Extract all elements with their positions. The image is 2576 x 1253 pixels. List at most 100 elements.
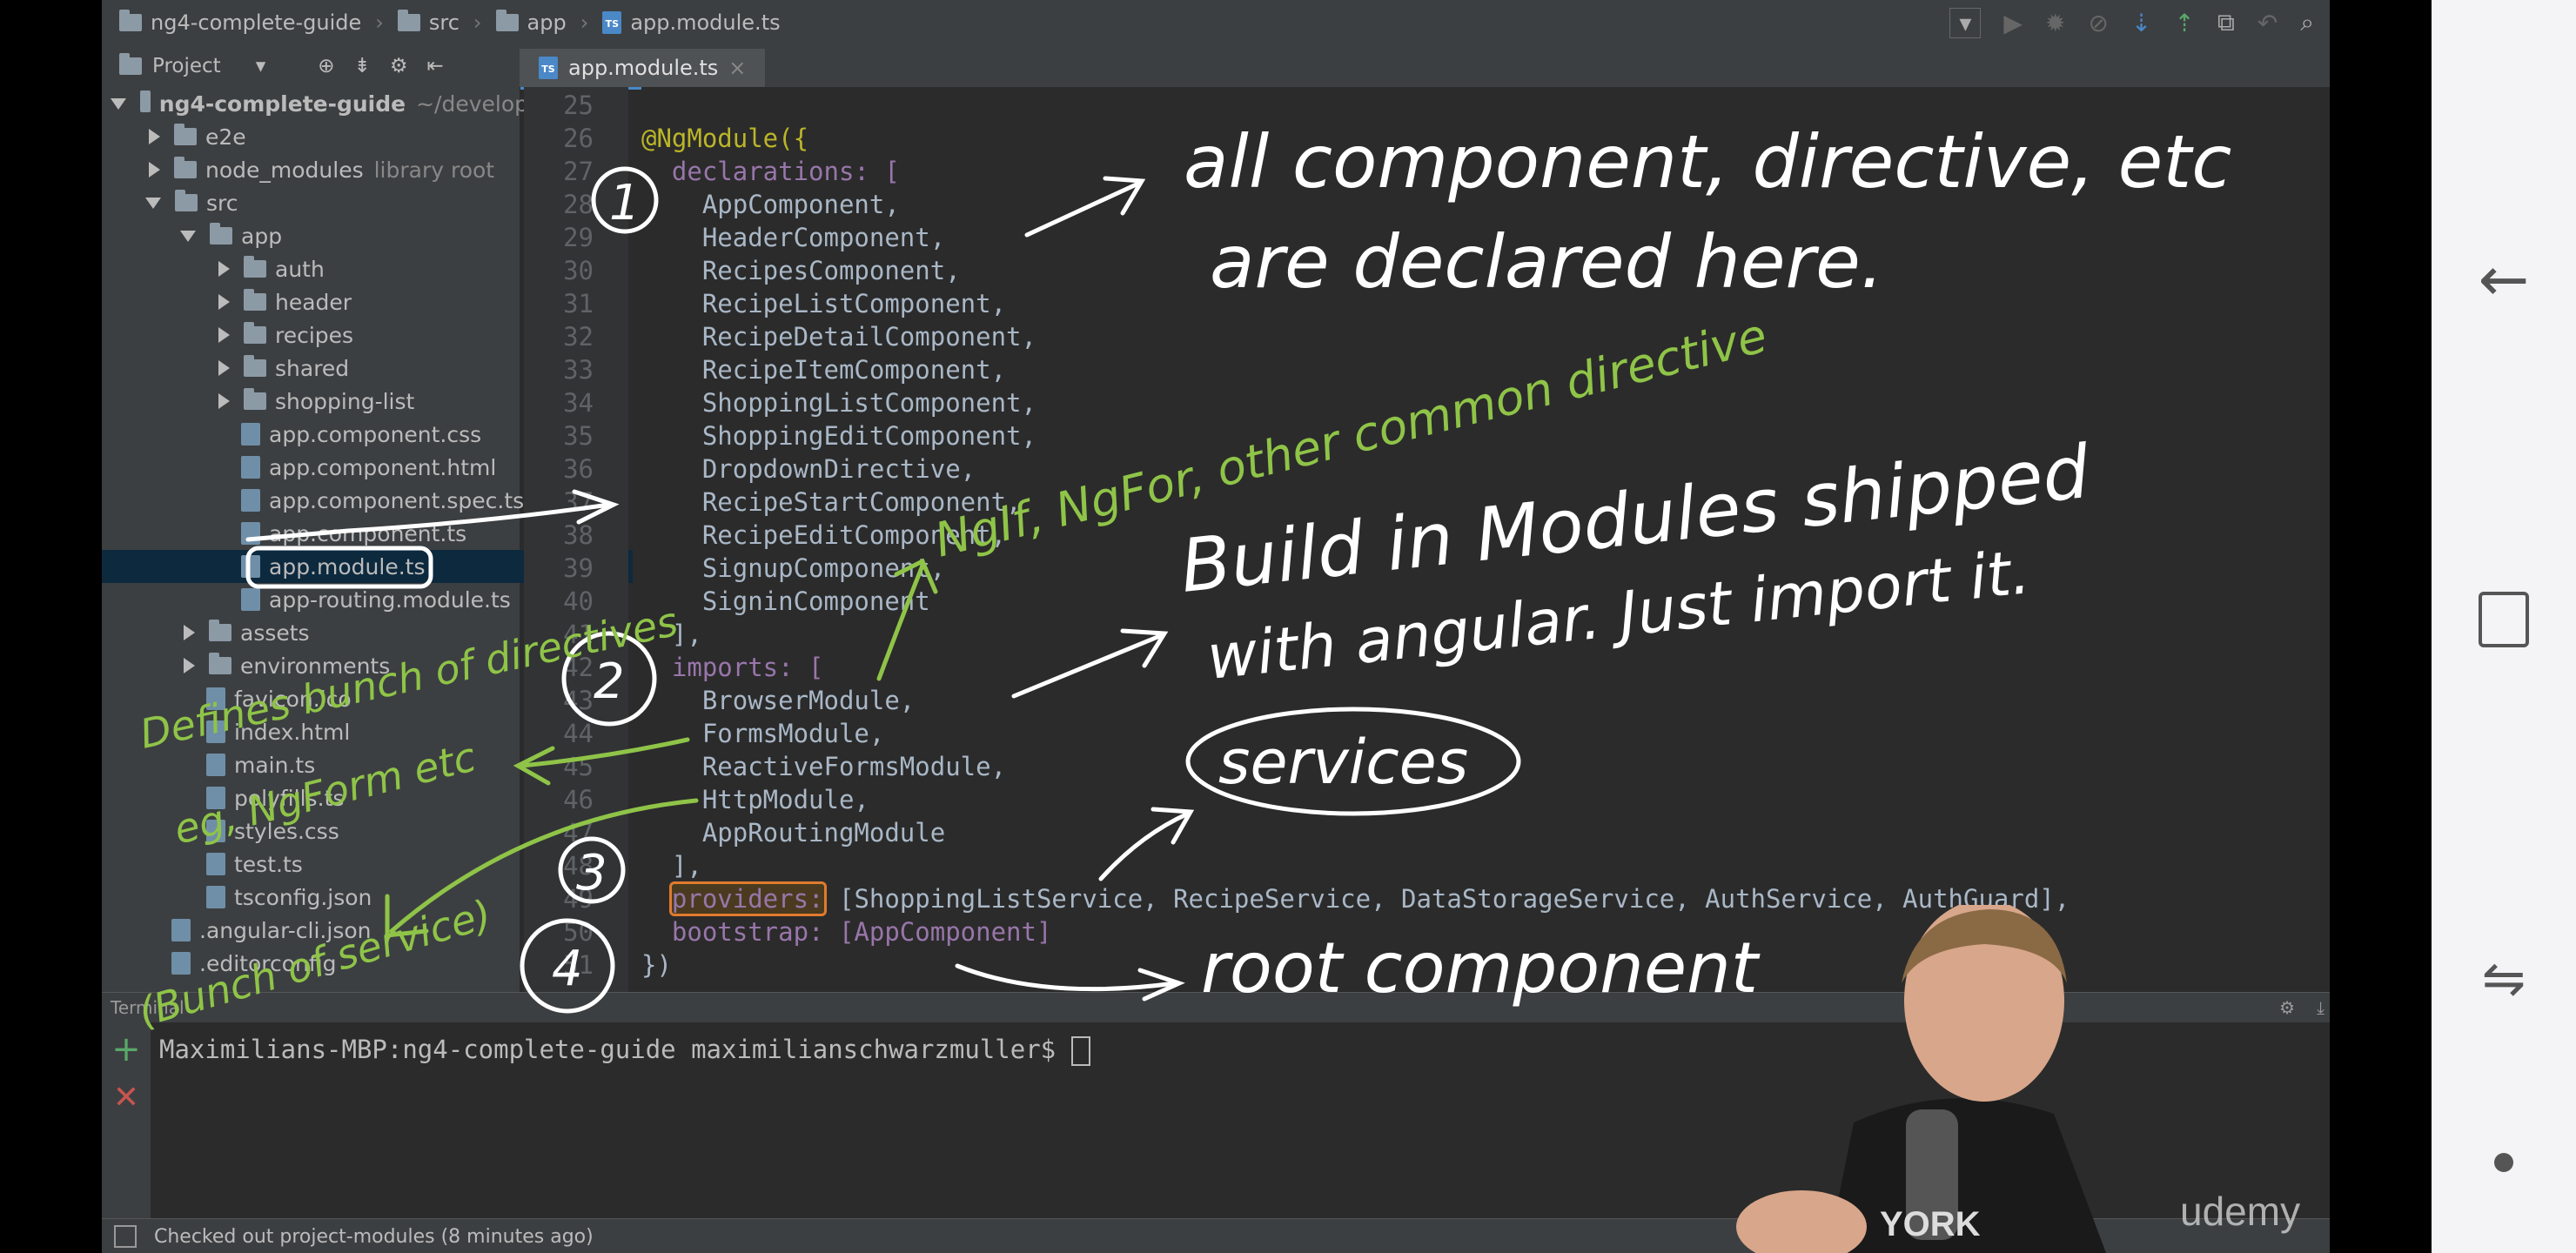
code-line: declarations: [ <box>641 157 900 186</box>
folder-icon <box>244 355 266 377</box>
tree-item[interactable]: e2e <box>102 120 563 153</box>
folder-icon <box>244 256 266 278</box>
close-session-icon[interactable]: ✕ <box>102 1080 151 1116</box>
folder-icon <box>140 90 151 112</box>
tree-item-label: environments <box>240 653 391 679</box>
close-icon[interactable]: × <box>728 56 746 80</box>
line-number: 25 <box>563 90 594 120</box>
project-icon <box>119 53 142 75</box>
folder-icon <box>209 620 231 641</box>
tree-item[interactable]: src <box>102 186 563 219</box>
breadcrumb-src[interactable]: src <box>429 10 460 35</box>
code-line: RecipeDetailComponent, <box>641 322 1036 352</box>
tree-item[interactable]: ng4-complete-guide ~/develop <box>102 87 528 120</box>
code-editor[interactable]: @NgModule({ declarations: [ AppComponent… <box>641 87 2330 992</box>
tree-item-label: app <box>241 223 283 249</box>
code-line: BrowserModule, <box>641 686 916 715</box>
line-number: 50 <box>563 917 594 947</box>
revert-icon[interactable]: ↶ <box>2257 9 2277 37</box>
tree-item-label: polyfills.ts <box>234 785 345 811</box>
file-icon <box>241 555 260 578</box>
vcs-update-icon[interactable]: ⇣ <box>2131 9 2151 37</box>
terminal-label[interactable]: Terminal <box>111 997 184 1018</box>
line-number: 42 <box>563 653 594 682</box>
chevron-right-icon: › <box>580 10 589 35</box>
panel-toggle-icon[interactable] <box>114 1225 137 1248</box>
tree-item-label: app.component.css <box>269 421 482 447</box>
tree-item[interactable]: node_modules library root <box>102 153 563 186</box>
tree-item-label: shopping-list <box>275 388 415 414</box>
vcs-history-icon[interactable]: ⧉ <box>2217 8 2235 37</box>
debug-icon[interactable]: ✹ <box>2045 9 2065 37</box>
breadcrumb-app[interactable]: app <box>527 10 567 35</box>
chevron-right-icon[interactable] <box>149 162 160 178</box>
folder-icon <box>174 157 197 178</box>
hide-icon[interactable]: ⤓ <box>2317 997 2324 1018</box>
svg-text:YORK: YORK <box>1880 1205 1981 1243</box>
folder-icon <box>175 190 198 211</box>
gear-icon[interactable]: ⚙ <box>390 55 408 77</box>
tree-item-label: styles.css <box>234 818 339 844</box>
coverage-icon[interactable]: ⊘ <box>2088 9 2108 37</box>
scroll-from-source-icon[interactable]: ⊕ <box>318 55 334 77</box>
breadcrumb: ng4-complete-guide › src › app › TS app.… <box>119 10 781 35</box>
tree-item-label: app.module.ts <box>269 553 426 580</box>
breadcrumb-file[interactable]: app.module.ts <box>630 10 780 35</box>
dot-icon[interactable] <box>2432 1153 2576 1172</box>
line-number: 47 <box>563 818 594 848</box>
terminal-sidebar: + ✕ <box>102 1022 151 1219</box>
chevron-right-icon[interactable] <box>218 327 230 343</box>
gear-icon[interactable]: ⚙ <box>2279 997 2295 1018</box>
run-icon[interactable]: ▶ <box>2003 9 2023 37</box>
line-number: 44 <box>563 719 594 748</box>
chevron-right-icon[interactable] <box>184 658 195 673</box>
line-number: 29 <box>563 223 594 252</box>
line-number: 34 <box>563 388 594 418</box>
back-icon[interactable]: ← <box>2432 244 2576 315</box>
folder-icon <box>397 10 420 31</box>
file-icon <box>241 522 260 545</box>
breadcrumb-project[interactable]: ng4-complete-guide <box>151 10 361 35</box>
chevron-down-icon[interactable] <box>180 230 196 242</box>
chevron-right-icon[interactable] <box>149 129 160 144</box>
vcs-commit-icon[interactable]: ⇡ <box>2174 9 2194 37</box>
folder-icon <box>209 653 231 674</box>
new-session-icon[interactable]: + <box>102 1029 151 1069</box>
folder-icon <box>210 223 232 245</box>
home-icon[interactable] <box>2432 592 2576 647</box>
chevron-down-icon[interactable]: ▾ <box>256 55 266 77</box>
chevron-right-icon[interactable] <box>218 261 230 277</box>
terminal-cursor <box>1070 1036 1090 1066</box>
terminal-prompt[interactable]: Maximilians-MBP:ng4-complete-guide maxim… <box>159 1035 1090 1066</box>
file-icon <box>206 787 225 809</box>
file-icon <box>206 687 225 710</box>
collapse-all-icon[interactable]: ⇟ <box>354 55 371 77</box>
line-number: 26 <box>563 124 594 153</box>
typescript-file-icon: TS <box>539 57 558 79</box>
recents-icon[interactable]: ⇋ <box>2432 948 2576 1009</box>
code-line: RecipeItemComponent, <box>641 355 1007 385</box>
chevron-right-icon[interactable] <box>184 625 195 640</box>
video-frame: ng4-complete-guide › src › app › TS app.… <box>0 0 2576 1253</box>
hide-icon[interactable]: ⇤ <box>426 55 443 77</box>
search-icon[interactable]: ⌕ <box>2300 8 2314 37</box>
project-label[interactable]: Project <box>152 55 221 77</box>
presenter-video-overlay: YORK <box>1736 905 2106 1253</box>
tab-app-module[interactable]: TS app.module.ts × <box>520 49 766 90</box>
code-line: HttpModule, <box>641 785 869 814</box>
chevron-down-icon[interactable] <box>111 97 126 110</box>
chevron-right-icon[interactable] <box>218 294 230 310</box>
line-number-gutter: 25 26 27 28 29 30 31 32 33 34 35 36 37 38 39 40 41 42 43 44… <box>524 87 628 992</box>
line-number: 27 <box>563 157 594 186</box>
file-icon <box>241 456 260 479</box>
chevron-right-icon[interactable] <box>218 393 230 409</box>
tree-item-label: .angular-cli.json <box>199 917 372 943</box>
project-panel-header: Project ▾ ⊕ ⇟ ⚙ ⇤ <box>102 45 520 87</box>
prompt-text: Maximilians-MBP:ng4-complete-guide maxim… <box>159 1035 1071 1064</box>
tree-item[interactable]: .angular-cli.json <box>102 914 563 947</box>
run-config-dropdown-icon[interactable]: ▾ <box>1949 7 1982 38</box>
chevron-right-icon[interactable] <box>218 360 230 376</box>
chevron-down-icon[interactable] <box>145 197 161 209</box>
watermark: udemy <box>2180 1189 2301 1234</box>
tree-item[interactable]: .editorconfig <box>102 947 563 980</box>
